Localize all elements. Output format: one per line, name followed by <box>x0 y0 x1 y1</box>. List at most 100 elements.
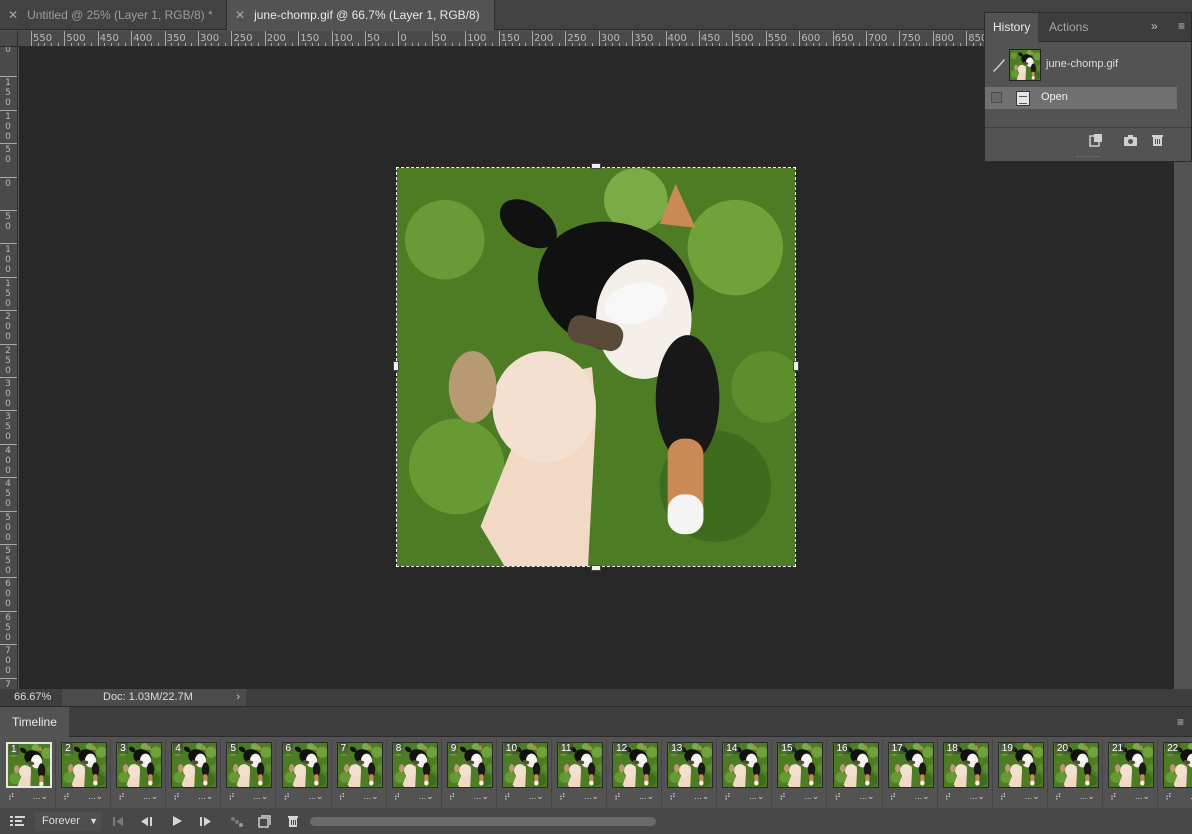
frame-delay-select[interactable]: ...⌄ <box>1135 791 1150 802</box>
animation-frame[interactable]: 13 ⠞ ...⌄ <box>662 739 718 807</box>
animation-frame[interactable]: 18 ⠞ ...⌄ <box>938 739 993 807</box>
frame-disposal-icon[interactable]: ⠞ <box>1000 792 1007 803</box>
frame-thumbnail[interactable]: 17 <box>887 742 934 788</box>
frame-delay-select[interactable]: ...⌄ <box>33 791 48 802</box>
tab-history[interactable]: History <box>985 13 1039 42</box>
frame-delay-select[interactable]: ...⌄ <box>309 791 324 802</box>
frame-disposal-icon[interactable]: ⠞ <box>945 792 952 803</box>
frame-delay-select[interactable]: ...⌄ <box>419 791 434 802</box>
frame-thumbnail[interactable]: 14 <box>722 742 769 788</box>
frame-thumbnail[interactable]: 21 <box>1108 742 1154 788</box>
frame-delay-select[interactable]: ...⌄ <box>198 791 213 802</box>
frame-thumbnail[interactable]: 11 <box>557 742 603 788</box>
frame-disposal-icon[interactable]: ⠞ <box>284 792 291 803</box>
panel-resize-grip[interactable] <box>1077 156 1099 159</box>
frame-delay-select[interactable]: ...⌄ <box>88 791 103 802</box>
frame-disposal-icon[interactable]: ⠞ <box>63 792 70 803</box>
animation-frame[interactable]: 10 ⠞ ...⌄ <box>497 739 552 807</box>
camera-icon[interactable] <box>1123 133 1138 147</box>
timeline-scrollbar[interactable] <box>310 817 656 826</box>
frame-thumbnail[interactable]: 9 <box>446 742 493 788</box>
frame-thumbnail[interactable]: 1 <box>6 742 52 788</box>
frame-thumbnail[interactable]: 16 <box>832 742 879 788</box>
frame-disposal-icon[interactable]: ⠞ <box>559 792 566 803</box>
frame-thumbnail[interactable]: 4 <box>171 742 218 788</box>
frame-disposal-icon[interactable]: ⠞ <box>779 792 786 803</box>
history-brush-source-icon[interactable] <box>991 57 1007 73</box>
previous-frame-icon[interactable] <box>140 816 153 827</box>
document-info[interactable]: Doc: 1.03M/22.7M › <box>62 689 246 706</box>
frame-thumbnail[interactable]: 3 <box>116 742 163 788</box>
animation-frame[interactable]: 20 ⠞ ...⌄ <box>1048 739 1103 807</box>
frame-thumbnail[interactable]: 2 <box>61 742 108 788</box>
frame-disposal-icon[interactable]: ⠞ <box>890 792 897 803</box>
frame-delay-select[interactable]: ...⌄ <box>529 791 544 802</box>
animation-frame[interactable]: 16 ⠞ ...⌄ <box>828 739 883 807</box>
timeline-menu-icon[interactable]: ≡ <box>1177 715 1184 729</box>
animation-frame[interactable]: 3 ⠞ ...⌄ <box>111 739 167 807</box>
new-document-from-state-icon[interactable] <box>1089 133 1103 147</box>
frame-thumbnail[interactable]: 22 <box>1163 742 1192 788</box>
animation-frame[interactable]: 6 ⠞ ...⌄ <box>277 739 332 807</box>
play-icon[interactable] <box>172 815 183 827</box>
loop-options-select[interactable]: Forever ▼ <box>35 812 101 831</box>
frame-delay-select[interactable]: ...⌄ <box>860 791 875 802</box>
canvas-image[interactable] <box>397 168 795 566</box>
frame-disposal-icon[interactable]: ⠞ <box>173 792 180 803</box>
next-frame-icon[interactable] <box>199 816 212 827</box>
animation-frame[interactable]: 1 ⠞ ...⌄ <box>1 739 56 807</box>
frame-thumbnail[interactable]: 6 <box>281 742 328 788</box>
tab-timeline[interactable]: Timeline <box>0 707 69 737</box>
trash-icon[interactable] <box>1151 133 1164 147</box>
animation-frame[interactable]: 19 ⠞ ...⌄ <box>993 739 1048 807</box>
animation-frame[interactable]: 2 ⠞ ...⌄ <box>56 739 112 807</box>
tab-june-chomp[interactable]: ✕ june-chomp.gif @ 66.7% (Layer 1, RGB/8… <box>227 0 495 30</box>
frame-disposal-icon[interactable]: ⠞ <box>1055 792 1062 803</box>
frame-disposal-icon[interactable]: ⠞ <box>1165 792 1172 803</box>
frame-delay-select[interactable]: ...⌄ <box>253 791 268 802</box>
status-menu-arrow-icon[interactable]: › <box>236 689 240 706</box>
frame-disposal-icon[interactable]: ⠞ <box>504 792 511 803</box>
frame-delay-select[interactable]: ...⌄ <box>474 791 489 802</box>
frame-thumbnail[interactable]: 7 <box>336 742 383 788</box>
close-tab-icon[interactable]: ✕ <box>235 8 245 22</box>
frame-disposal-icon[interactable]: ⠞ <box>669 792 676 803</box>
close-tab-icon[interactable]: ✕ <box>8 8 18 22</box>
tab-actions[interactable]: Actions <box>1041 13 1096 42</box>
frame-disposal-icon[interactable]: ⠞ <box>118 792 125 803</box>
frame-disposal-icon[interactable]: ⠞ <box>8 792 15 803</box>
vertical-ruler[interactable]: 0 150 100 50 0 50 100 150 200 250 300 350 400 450 500 5… <box>0 31 18 689</box>
frame-delay-select[interactable]: ...⌄ <box>804 791 819 802</box>
frame-thumbnail[interactable]: 20 <box>1052 742 1099 788</box>
history-state-checkbox[interactable] <box>991 92 1002 103</box>
first-frame-icon[interactable] <box>112 816 124 827</box>
frame-delay-select[interactable]: ...⌄ <box>1025 791 1040 802</box>
convert-to-video-timeline-icon[interactable] <box>10 815 25 828</box>
animation-frame[interactable]: 15 ⠞ ...⌄ <box>772 739 828 807</box>
animation-frame[interactable]: 4 ⠞ ...⌄ <box>166 739 222 807</box>
ruler-origin[interactable] <box>0 31 18 47</box>
animation-frame[interactable]: 12 ⠞ ...⌄ <box>607 739 663 807</box>
frame-disposal-icon[interactable]: ⠞ <box>339 792 346 803</box>
horizontal-ruler[interactable]: 550 500 450 400 350 300 250 200 150 100 50 0 50 100 15… <box>18 31 984 47</box>
frame-thumbnail[interactable]: 13 <box>667 742 714 788</box>
animation-frame[interactable]: 22⠞...⌄ <box>1158 739 1192 807</box>
frame-disposal-icon[interactable]: ⠞ <box>449 792 456 803</box>
frame-thumbnail[interactable]: 12 <box>612 742 659 788</box>
frame-delay-select[interactable]: ...⌄ <box>639 791 654 802</box>
frame-disposal-icon[interactable]: ⠞ <box>724 792 731 803</box>
delete-frame-icon[interactable] <box>287 815 299 828</box>
collapse-panel-icon[interactable]: » <box>1151 19 1158 33</box>
frame-delay-select[interactable]: ...⌄ <box>915 791 930 802</box>
animation-frame[interactable]: 21 ⠞ ...⌄ <box>1103 739 1158 807</box>
frame-thumbnail[interactable]: 19 <box>997 742 1044 788</box>
frame-thumbnail[interactable]: 5 <box>226 742 273 788</box>
frame-delay-select[interactable]: ...⌄ <box>143 791 158 802</box>
animation-frame[interactable]: 9 ⠞ ...⌄ <box>442 739 497 807</box>
frame-disposal-icon[interactable]: ⠞ <box>394 792 401 803</box>
frame-disposal-icon[interactable]: ⠞ <box>228 792 235 803</box>
animation-frame[interactable]: 17 ⠞ ...⌄ <box>883 739 938 807</box>
history-state-open[interactable]: Open <box>985 87 1177 109</box>
frame-thumbnail[interactable]: 15 <box>777 742 824 788</box>
frame-disposal-icon[interactable]: ⠞ <box>614 792 621 803</box>
